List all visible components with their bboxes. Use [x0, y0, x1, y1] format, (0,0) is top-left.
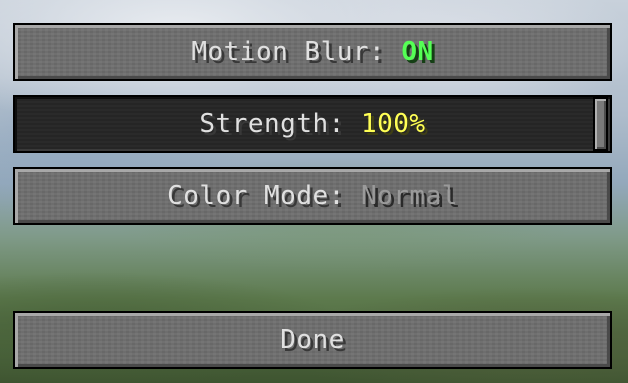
- strength-slider-handle[interactable]: [593, 97, 608, 151]
- strength-slider[interactable]: Strength: 100%: [13, 95, 612, 153]
- color-mode-value: Normal: [360, 181, 458, 211]
- done-button[interactable]: Done: [13, 311, 612, 369]
- motion-blur-toggle-button[interactable]: Motion Blur: ON: [13, 23, 612, 81]
- color-mode-button[interactable]: Color Mode: Normal: [13, 167, 612, 225]
- strength-value: 100%: [360, 109, 426, 139]
- done-label: Done: [280, 325, 345, 355]
- strength-label-text: Strength: 100%: [199, 109, 425, 139]
- motion-blur-value: ON: [401, 37, 434, 67]
- motion-blur-label: Motion Blur:: [191, 37, 402, 67]
- motion-blur-label-text: Motion Blur: ON: [191, 37, 433, 67]
- color-mode-label: Color Mode:: [167, 181, 361, 211]
- strength-label: Strength:: [199, 109, 361, 139]
- color-mode-label-text: Color Mode: Normal: [167, 181, 458, 211]
